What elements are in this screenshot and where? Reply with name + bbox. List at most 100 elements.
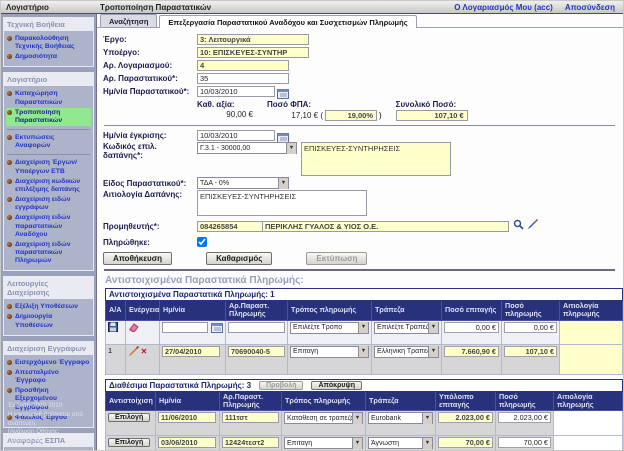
main-content: Αναζήτηση Επεξεργασία Παραστατικού Αναδό… <box>96 14 623 451</box>
column-header: Ποσό επιταγής <box>442 301 502 321</box>
column-header: Ημ/νία <box>156 391 220 411</box>
matched-date-field[interactable] <box>162 346 220 357</box>
new-row-method-select[interactable]: Επιλέξτε Τρόπο ▼ <box>290 322 369 334</box>
column-header: Ποσό πληρωμής <box>502 301 560 321</box>
vat-rate-field[interactable] <box>325 110 377 121</box>
available-balance-amount[interactable]: 2.023,00 € <box>438 412 493 423</box>
doc-date-field[interactable] <box>197 86 275 97</box>
new-row-doc-no-field[interactable] <box>228 322 285 333</box>
project-field[interactable] <box>197 34 309 45</box>
document-form: Έργο: Υποέργο: Αρ. Λογαριασμού: Αρ. Παρα… <box>97 28 623 451</box>
supplier-code-field[interactable] <box>197 221 263 232</box>
print-button[interactable]: Εκτύπωση <box>306 252 367 265</box>
paid-checkbox[interactable] <box>197 237 207 247</box>
new-row-cheque-amount[interactable]: 0,00 € <box>444 322 499 333</box>
matched-payments-table: Αντιστοιχισμένα Παραστατικά Πληρωμής: 1 … <box>105 288 623 375</box>
matched-payment-amount[interactable]: 107,10 € <box>504 346 557 357</box>
edit-pencil-icon[interactable] <box>128 346 139 359</box>
doc-no-field[interactable] <box>197 73 289 84</box>
sidebar-item-register-documents[interactable]: Καταχώρηση Παραστατικών <box>6 89 91 107</box>
available-payment-amount[interactable]: 70,00 € <box>498 437 551 448</box>
delete-x-icon[interactable]: × <box>141 346 147 357</box>
sidebar-item-modify-documents[interactable]: Τροποποίηση Παραστατικών <box>6 108 91 126</box>
chevron-down-icon: ▼ <box>422 438 432 449</box>
sidebar-item-manage-contractor-doc-kinds[interactable]: Διαχείριση ειδών παραστατικών Αναδόχου <box>6 213 91 239</box>
available-table-caption: Διαθέσιμα Παραστατικά Πληρωμής: 3 <box>109 381 251 390</box>
tab-edit-document[interactable]: Επεξεργασία Παραστατικού Αναδόχου και Συ… <box>159 15 416 28</box>
column-header: Αντιστοίχιση <box>106 391 156 411</box>
sidebar-item-manage-projects[interactable]: Διαχείριση Έργων/Υποέργων ΕΤΒ <box>6 158 91 176</box>
sidebar-item-case-creation[interactable]: Δημιουργία Υποθέσεων <box>6 312 91 330</box>
available-method-select[interactable]: Κατάθεση σε τράπεζα▼ <box>284 412 363 424</box>
matched-reason-cell[interactable] <box>560 344 623 374</box>
matched-method-select[interactable]: Επιταγή ▼ <box>290 346 369 358</box>
supplier-name-field[interactable] <box>263 221 509 232</box>
save-row-icon[interactable] <box>108 322 118 334</box>
logout-link[interactable]: Αποσύνδεση <box>565 3 615 12</box>
search-icon[interactable] <box>513 217 524 235</box>
available-bank-select[interactable]: Άγνωστη▼ <box>368 437 433 449</box>
available-reason-cell[interactable] <box>554 436 623 451</box>
account-no-field[interactable] <box>197 60 289 71</box>
sidebar-item-sent-document[interactable]: Απεσταλμένο Έγγραφο <box>6 368 91 386</box>
new-row-payment-amount[interactable]: 0,00 € <box>504 322 557 333</box>
available-method-select[interactable]: Επιταγή▼ <box>284 437 363 449</box>
sidebar-divider <box>7 154 90 155</box>
sidebar-item-technical-help-monitoring[interactable]: Παρακολούθηση Τεχνικής Βοήθειας <box>6 34 91 52</box>
tab-search[interactable]: Αναζήτηση <box>100 14 157 27</box>
eraser-icon[interactable] <box>128 322 140 334</box>
expense-code-description[interactable]: ΕΠΙΣΚΕΥΕΣ-ΣΥΝΤΗΡΗΣΕΙΣ <box>301 142 451 176</box>
new-row-bank-select[interactable]: Επιλέξτε Τράπεζα ▼ <box>374 322 439 334</box>
column-header: Ποσό πληρωμής <box>496 391 554 411</box>
available-payment-amount[interactable]: 2.023,00 € <box>498 412 551 423</box>
sidebar-item-report-prints[interactable]: Εκτυπώσεις Αναφορών <box>6 133 91 151</box>
matched-cheque-amount[interactable]: 7.660,90 € <box>444 346 499 357</box>
select-row-button[interactable]: Επιλογή <box>108 413 150 422</box>
chevron-down-icon: ▼ <box>428 322 438 333</box>
subproject-field[interactable] <box>197 47 309 58</box>
sidebar-item-case-progress[interactable]: Εξέλιξη Υποθέσεων <box>6 302 91 312</box>
expense-code-select[interactable]: Γ.3.1 - 30000,00 ▼ <box>197 142 297 154</box>
vat-amount-label: Ποσό ΦΠΑ: <box>267 100 382 109</box>
sidebar-item-manage-document-kinds[interactable]: Διαχείριση ειδών εγγράφων <box>6 195 91 213</box>
available-bank-select[interactable]: Eurobank▼ <box>368 412 433 424</box>
select-row-button[interactable]: Επιλογή <box>108 438 150 447</box>
total-amount-field[interactable] <box>396 110 468 121</box>
sidebar-item-publicity[interactable]: Δημοσιότητα <box>6 52 91 62</box>
available-payments-table: Διαθέσιμα Παραστατικά Πληρωμής: 3 Προβολ… <box>105 379 623 451</box>
available-balance-amount[interactable]: 70,00 € <box>438 437 493 448</box>
approval-date-field[interactable] <box>197 130 275 141</box>
clear-button[interactable]: Καθαρισμός <box>206 252 272 265</box>
new-row-date-field[interactable] <box>162 322 208 333</box>
calendar-icon[interactable] <box>211 322 223 333</box>
save-button[interactable]: Αποθήκευση <box>103 252 172 265</box>
available-doc-no-field[interactable] <box>222 437 279 448</box>
column-header: Τράπεζα <box>372 301 442 321</box>
matched-payment-row: 1 × Επιταγή ▼ <box>106 344 623 374</box>
edit-pen-icon[interactable] <box>527 217 538 235</box>
hide-button[interactable]: Απόκρυψη <box>311 381 362 390</box>
calendar-icon[interactable] <box>277 130 289 141</box>
bullet-icon <box>7 36 12 41</box>
sidebar-item-incoming-document[interactable]: Εισερχόμενο Έγγραφο <box>6 358 91 368</box>
sidebar-item-manage-payment-doc-kinds[interactable]: Διαχείριση ειδών παραστατικών Πληρωμών <box>6 240 91 266</box>
chevron-down-icon: ▼ <box>358 322 368 333</box>
available-date-field[interactable] <box>158 437 216 448</box>
new-row-reason-cell[interactable] <box>560 320 623 344</box>
matched-payments-heading: Αντιστοιχισμένα Παραστατικά Πληρωμής: <box>105 275 617 286</box>
calendar-icon[interactable] <box>277 86 289 97</box>
bullet-icon <box>7 179 12 184</box>
amounts-summary: Καθ. αξία: 90,00 € Ποσό ΦΠΑ: 17,10 € ( )… <box>197 100 619 121</box>
doc-type-select[interactable]: ΤΔΑ - 0% ▼ <box>197 177 289 189</box>
my-account-link[interactable]: Ο Λογαριασμός Μου (acc) <box>454 3 553 12</box>
sidebar-item-manage-expense-codes[interactable]: Διαχείριση κωδικών επιλέξιμης δαπάνης <box>6 177 91 195</box>
available-date-field[interactable] <box>158 412 216 423</box>
sidebar-section-accounting: Λογιστήριο Καταχώρηση Παραστατικών Τροπο… <box>3 72 94 271</box>
available-reason-cell[interactable] <box>554 411 623 436</box>
expense-code-label: Κωδικός επιλ. δαπάνης*: <box>103 142 197 160</box>
available-doc-no-field[interactable] <box>222 412 279 423</box>
matched-bank-select[interactable]: Ελληνική Τράπεζα ▼ <box>374 346 439 358</box>
show-button[interactable]: Προβολή <box>259 381 303 390</box>
expense-reason-field[interactable]: ΕΠΙΣΚΕΥΕΣ-ΣΥΝΤΗΡΗΣΕΙΣ <box>197 190 367 216</box>
matched-doc-no-field[interactable] <box>228 346 285 357</box>
